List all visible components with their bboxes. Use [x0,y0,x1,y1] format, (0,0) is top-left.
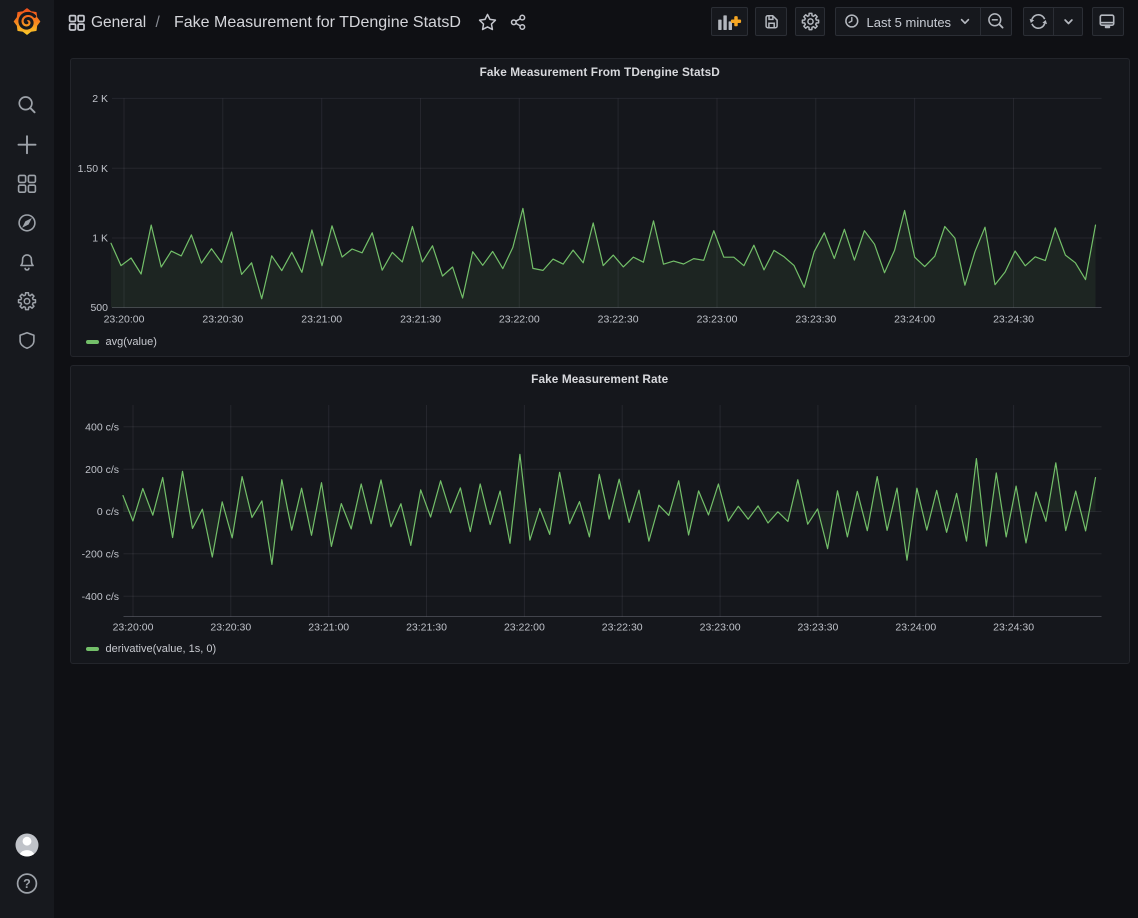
svg-text:23:21:30: 23:21:30 [406,622,447,634]
svg-text:23:21:30: 23:21:30 [400,314,441,326]
svg-text:23:24:00: 23:24:00 [894,314,935,326]
svg-text:23:24:30: 23:24:30 [993,314,1034,326]
svg-text:23:23:30: 23:23:30 [795,314,836,326]
svg-text:500: 500 [90,302,108,314]
svg-text:23:24:30: 23:24:30 [993,622,1034,634]
svg-text:23:23:00: 23:23:00 [700,622,741,634]
svg-text:-200 c/s: -200 c/s [82,549,119,561]
svg-text:23:24:00: 23:24:00 [895,622,936,634]
svg-text:23:22:30: 23:22:30 [602,622,643,634]
svg-text:23:23:00: 23:23:00 [697,314,738,326]
svg-text:-400 c/s: -400 c/s [82,591,119,603]
svg-text:23:21:00: 23:21:00 [308,622,349,634]
svg-text:23:20:00: 23:20:00 [104,314,145,326]
svg-text:0 c/s: 0 c/s [97,506,119,518]
svg-text:23:23:30: 23:23:30 [797,622,838,634]
svg-text:23:21:00: 23:21:00 [301,314,342,326]
svg-text:23:20:30: 23:20:30 [202,314,243,326]
svg-text:2 K: 2 K [92,93,108,105]
svg-text:23:22:00: 23:22:00 [499,314,540,326]
svg-text:23:20:00: 23:20:00 [113,622,154,634]
svg-text:400 c/s: 400 c/s [85,422,119,434]
svg-text:23:22:00: 23:22:00 [504,622,545,634]
svg-text:200 c/s: 200 c/s [85,464,119,476]
svg-text:?: ? [23,877,31,891]
svg-text:23:22:30: 23:22:30 [598,314,639,326]
svg-text:1.50 K: 1.50 K [78,163,108,175]
svg-text:1 K: 1 K [92,233,108,245]
svg-text:23:20:30: 23:20:30 [210,622,251,634]
